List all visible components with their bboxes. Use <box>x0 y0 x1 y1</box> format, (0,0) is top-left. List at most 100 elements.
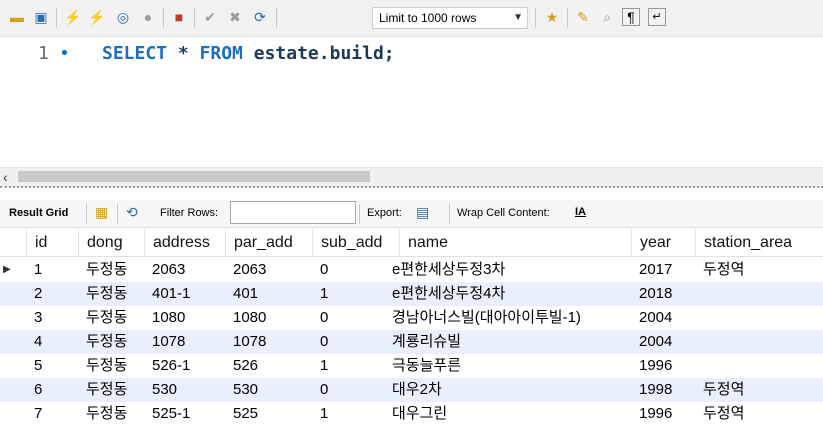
cell-par-add[interactable]: 525 <box>225 402 312 426</box>
editor-horizontal-scrollbar[interactable]: ‹ <box>0 167 823 187</box>
cell-par-add[interactable]: 526 <box>225 354 312 378</box>
cell-year[interactable]: 2004 <box>631 330 695 354</box>
cell-address[interactable]: 401-1 <box>144 282 225 306</box>
cell-address[interactable]: 525-1 <box>144 402 225 426</box>
cell-par-add[interactable]: 2063 <box>225 258 312 282</box>
table-row[interactable]: 5 두정동 526-1 526 1 극동늘푸른 1996 <box>0 354 823 378</box>
cell-dong[interactable]: 두정동 <box>78 282 144 306</box>
cell-id[interactable]: 3 <box>26 306 78 330</box>
cell-par-add[interactable]: 1080 <box>225 306 312 330</box>
cell-dong[interactable]: 두정동 <box>78 354 144 378</box>
cell-par-add[interactable]: 401 <box>225 282 312 306</box>
cell-id[interactable]: 5 <box>26 354 78 378</box>
cell-par-add[interactable]: 1078 <box>225 330 312 354</box>
explain-icon[interactable]: ◎ <box>114 8 132 26</box>
execute-current-icon[interactable]: ⚡ <box>88 8 106 26</box>
add-snippet-icon[interactable]: ★ <box>543 8 561 26</box>
grid-view-icon[interactable]: ▦ <box>95 204 108 221</box>
sql-keyword-from: FROM <box>199 43 243 64</box>
panel-splitter[interactable] <box>0 186 823 188</box>
commit-icon[interactable]: ✔ <box>201 8 219 26</box>
cell-name[interactable]: e편한세상두정4차 <box>384 282 631 306</box>
cell-id[interactable]: 4 <box>26 330 78 354</box>
cell-name[interactable]: 대우그린 <box>384 402 631 426</box>
cell-station-area[interactable] <box>695 354 823 378</box>
save-icon[interactable]: ▣ <box>32 8 50 26</box>
filter-rows-label: Filter Rows: <box>160 207 219 219</box>
cell-station-area[interactable]: 두정역 <box>695 258 823 282</box>
sql-table-name: estate.build; <box>242 43 395 64</box>
cell-dong[interactable]: 두정동 <box>78 378 144 402</box>
cell-id[interactable]: 2 <box>26 282 78 306</box>
export-label: Export: <box>367 207 402 219</box>
cell-dong[interactable]: 두정동 <box>78 306 144 330</box>
line-number: 1 <box>38 43 49 64</box>
table-row[interactable]: 7 두정동 525-1 525 1 대우그린 1996 두정역 <box>0 402 823 426</box>
rollback-icon[interactable]: ✖ <box>226 8 244 26</box>
cell-name[interactable]: e편한세상두정3차 <box>384 258 631 282</box>
cell-address[interactable]: 1080 <box>144 306 225 330</box>
table-row[interactable]: ▶ 1 두정동 2063 2063 0 e편한세상두정3차 2017 두정역 <box>0 258 823 282</box>
table-row[interactable]: 3 두정동 1080 1080 0 경남아너스빌(대아아이투빌-1) 2004 <box>0 306 823 330</box>
column-header-id[interactable]: id <box>26 229 78 256</box>
cell-year[interactable]: 2018 <box>631 282 695 306</box>
sql-editor[interactable]: 1 • SELECT * FROM estate.build; <box>0 37 823 165</box>
cell-address[interactable]: 530 <box>144 378 225 402</box>
cell-station-area[interactable]: 두정역 <box>695 402 823 426</box>
cell-year[interactable]: 2004 <box>631 306 695 330</box>
toolbar-separator <box>276 8 277 28</box>
chevron-down-icon: ▼ <box>513 12 523 23</box>
column-header-year[interactable]: year <box>631 229 695 256</box>
cell-id[interactable]: 1 <box>26 258 78 282</box>
toolbar-separator <box>56 8 57 28</box>
table-row[interactable]: 2 두정동 401-1 401 1 e편한세상두정4차 2018 <box>0 282 823 306</box>
scroll-left-icon[interactable]: ‹ <box>3 168 8 186</box>
cell-year[interactable]: 2017 <box>631 258 695 282</box>
beautify-icon[interactable]: ✎ <box>574 8 592 26</box>
open-folder-icon[interactable]: ▬ <box>8 8 26 26</box>
cell-station-area[interactable] <box>695 306 823 330</box>
column-header-sub-add[interactable]: sub_add <box>312 229 399 256</box>
execute-icon[interactable]: ⚡ <box>64 8 82 26</box>
table-row[interactable]: 4 두정동 1078 1078 0 계룡리슈빌 2004 <box>0 330 823 354</box>
scrollbar-thumb[interactable] <box>18 171 370 182</box>
cell-address[interactable]: 2063 <box>144 258 225 282</box>
cell-year[interactable]: 1996 <box>631 354 695 378</box>
autocommit-icon[interactable]: ⟳ <box>251 8 269 26</box>
export-icon[interactable]: ▤ <box>416 204 429 221</box>
cell-year[interactable]: 1998 <box>631 378 695 402</box>
cell-station-area[interactable]: 두정역 <box>695 378 823 402</box>
cell-name[interactable]: 극동늘푸른 <box>384 354 631 378</box>
cell-name[interactable]: 대우2차 <box>384 378 631 402</box>
cell-dong[interactable]: 두정동 <box>78 258 144 282</box>
cell-station-area[interactable] <box>695 282 823 306</box>
column-header-dong[interactable]: dong <box>78 229 144 256</box>
cell-dong[interactable]: 두정동 <box>78 330 144 354</box>
stop-icon[interactable]: ● <box>139 8 157 26</box>
refresh-icon[interactable]: ⟲ <box>126 204 138 221</box>
cell-name[interactable]: 계룡리슈빌 <box>384 330 631 354</box>
cell-address[interactable]: 526-1 <box>144 354 225 378</box>
wrap-icon[interactable]: ↵ <box>648 8 666 26</box>
toggle-error-icon[interactable]: ■ <box>170 8 188 26</box>
cell-year[interactable]: 1996 <box>631 402 695 426</box>
sql-query-text[interactable]: SELECT * FROM estate.build; <box>102 43 395 64</box>
invisible-chars-icon[interactable]: ¶ <box>622 8 640 26</box>
column-header-name[interactable]: name <box>399 229 631 256</box>
result-grid-label[interactable]: Result Grid <box>9 207 68 219</box>
table-row[interactable]: 6 두정동 530 530 0 대우2차 1998 두정역 <box>0 378 823 402</box>
column-header-address[interactable]: address <box>144 229 225 256</box>
find-icon[interactable]: ⌕ <box>598 8 616 26</box>
column-header-station-area[interactable]: station_area <box>695 229 823 256</box>
cell-id[interactable]: 6 <box>26 378 78 402</box>
cell-station-area[interactable] <box>695 330 823 354</box>
wrap-cell-toggle-icon[interactable]: IA <box>575 206 586 218</box>
cell-id[interactable]: 7 <box>26 402 78 426</box>
cell-address[interactable]: 1078 <box>144 330 225 354</box>
column-header-par-add[interactable]: par_add <box>225 229 312 256</box>
cell-par-add[interactable]: 530 <box>225 378 312 402</box>
cell-name[interactable]: 경남아너스빌(대아아이투빌-1) <box>384 306 631 330</box>
limit-rows-select[interactable]: Limit to 1000 rows ▼ <box>372 7 528 29</box>
filter-rows-input[interactable] <box>230 201 356 224</box>
cell-dong[interactable]: 두정동 <box>78 402 144 426</box>
